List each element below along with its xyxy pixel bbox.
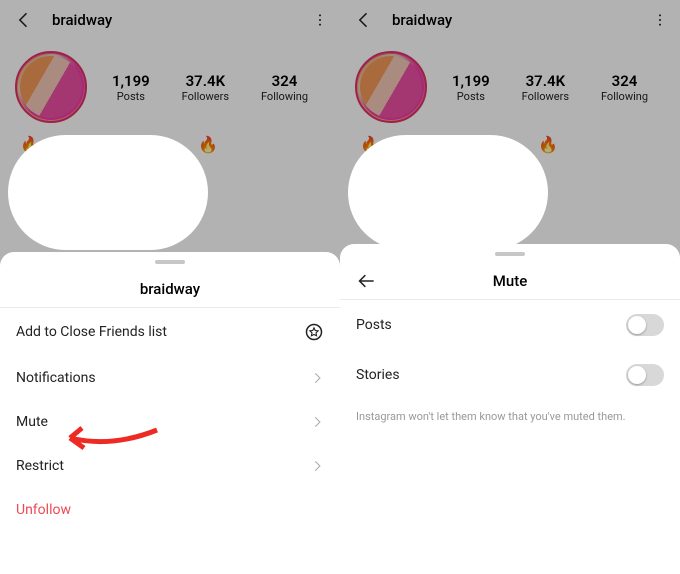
mute-hint: Instagram won't let them know that you'v…	[340, 400, 680, 433]
header-username: braidway	[52, 11, 308, 29]
stat-following[interactable]: 324 Following	[601, 72, 648, 103]
profile-stats-row: 1,199 Posts 37.4K Followers 324 Followin…	[340, 40, 680, 130]
dots-vertical-icon	[312, 12, 328, 28]
row-mute-posts: Posts	[340, 300, 680, 350]
fire-icon: 🔥	[198, 135, 218, 154]
chevron-right-icon	[310, 371, 324, 385]
app-header: braidway	[0, 0, 340, 40]
toggle-stories[interactable]	[626, 364, 664, 386]
back-button[interactable]	[8, 4, 40, 36]
back-button[interactable]	[348, 4, 380, 36]
sheet-grabber[interactable]	[495, 252, 525, 256]
arrow-left-icon	[354, 10, 374, 30]
header-username: braidway	[392, 11, 648, 29]
dots-vertical-icon	[652, 12, 668, 28]
action-sheet: braidway Add to Close Friends list Notif…	[0, 252, 340, 574]
arrow-left-icon	[14, 10, 34, 30]
row-restrict[interactable]: Restrict	[0, 444, 340, 488]
stat-followers[interactable]: 37.4K Followers	[182, 72, 229, 103]
row-notifications[interactable]: Notifications	[0, 356, 340, 400]
stats: 1,199 Posts 37.4K Followers 324 Followin…	[96, 72, 324, 103]
profile-stats-row: 1,199 Posts 37.4K Followers 324 Followin…	[0, 40, 340, 130]
star-icon	[304, 322, 324, 342]
stat-posts[interactable]: 1,199 Posts	[112, 72, 150, 103]
arrow-left-icon	[357, 271, 377, 291]
left-screenshot: braidway 1,199 Posts 37.4K Followers 324…	[0, 0, 340, 574]
right-screenshot: braidway 1,199 Posts 37.4K Followers 324…	[340, 0, 680, 574]
kebab-menu[interactable]	[648, 4, 672, 36]
sheet-header: Mute	[340, 262, 680, 300]
sheet-back-button[interactable]	[352, 262, 382, 299]
sheet-grabber[interactable]	[155, 260, 185, 264]
row-mute-stories: Stories	[340, 350, 680, 400]
fire-icon: 🔥	[538, 135, 558, 154]
row-unfollow[interactable]: Unfollow	[0, 488, 340, 532]
stat-following[interactable]: 324 Following	[261, 72, 308, 103]
kebab-menu[interactable]	[308, 4, 332, 36]
app-header: braidway	[340, 0, 680, 40]
avatar[interactable]	[16, 52, 86, 122]
stat-posts[interactable]: 1,199 Posts	[452, 72, 490, 103]
redaction-blob	[8, 135, 208, 250]
chevron-right-icon	[310, 415, 324, 429]
sheet-title: braidway	[140, 280, 200, 298]
mute-sheet: Mute Posts Stories Instagram won't let t…	[340, 244, 680, 574]
stats: 1,199 Posts 37.4K Followers 324 Followin…	[436, 72, 664, 103]
chevron-right-icon	[310, 459, 324, 473]
row-close-friends[interactable]: Add to Close Friends list	[0, 308, 340, 356]
avatar[interactable]	[356, 52, 426, 122]
stat-followers[interactable]: 37.4K Followers	[522, 72, 569, 103]
row-mute[interactable]: Mute	[0, 400, 340, 444]
redaction-blob	[348, 135, 548, 250]
sheet-title: Mute	[493, 272, 528, 290]
sheet-header: braidway	[0, 270, 340, 308]
toggle-posts[interactable]	[626, 314, 664, 336]
